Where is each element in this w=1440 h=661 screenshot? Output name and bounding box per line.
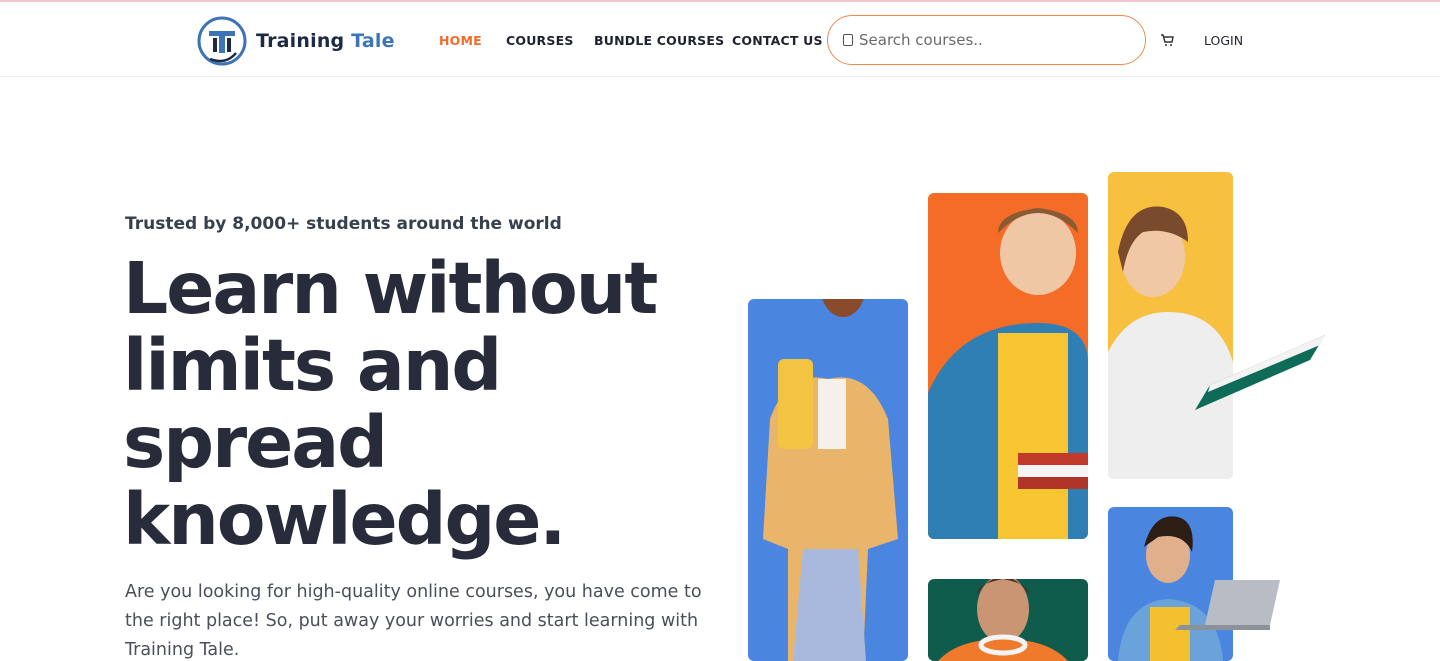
student-photo-books	[928, 193, 1088, 539]
hero-tagline: Trusted by 8,000+ students around the wo…	[125, 214, 562, 234]
cart-icon[interactable]	[1160, 33, 1174, 47]
open-book-icon	[1195, 335, 1325, 410]
search-input[interactable]	[859, 31, 1129, 49]
hero-description: Are you looking for high-quality online …	[125, 582, 702, 660]
nav-bundle-courses[interactable]: BUNDLE COURSES	[594, 33, 724, 48]
nav-courses[interactable]: COURSES	[506, 33, 574, 48]
logo-mark-icon	[197, 16, 247, 66]
student-photo-backpack	[748, 299, 908, 661]
login-link[interactable]: LOGIN	[1204, 33, 1243, 48]
hero-title: Learn without limits and spread knowledg…	[123, 247, 658, 561]
brand-logo[interactable]: Training Tale	[196, 15, 395, 67]
search-icon	[843, 34, 853, 46]
student-photo-headphones	[928, 579, 1088, 661]
brand-name-part2: Tale	[351, 30, 395, 52]
site-header: Training Tale HOME COURSES BUNDLE COURSE…	[0, 2, 1440, 77]
brand-name-part1: Training	[256, 30, 345, 52]
student-photo-reading	[1108, 172, 1233, 479]
laptop-icon	[1175, 580, 1280, 630]
brand-name: Training Tale	[256, 30, 395, 52]
nav-home[interactable]: HOME	[439, 33, 482, 48]
search-bar[interactable]	[827, 15, 1146, 65]
nav-contact-us[interactable]: CONTACT US	[732, 33, 823, 48]
